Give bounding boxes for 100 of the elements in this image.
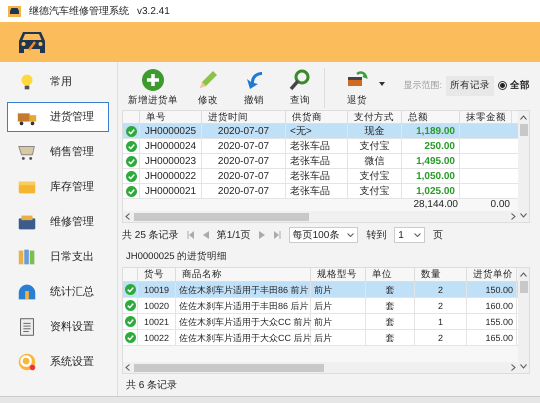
table-cell: 1,025.00 bbox=[402, 184, 460, 198]
column-header[interactable]: 进货时间 bbox=[202, 111, 286, 123]
toolbar-button[interactable]: 查询 bbox=[278, 68, 322, 108]
car-icon bbox=[8, 6, 21, 16]
table-cell: 1,495.00 bbox=[402, 154, 460, 168]
scrollbar-thumb[interactable] bbox=[520, 281, 528, 293]
column-header[interactable]: 货号 bbox=[138, 268, 176, 281]
order-row[interactable]: JH0000023 2020-07-07 老张车品 微信 1,495.00 bbox=[123, 154, 518, 169]
table-cell: 后片 bbox=[311, 298, 366, 313]
detail-row[interactable]: 10022 佐佐木刹车片适用于大众CC 后片 后片 套 2 165.00 bbox=[123, 330, 518, 346]
table-cell: 微信 bbox=[348, 154, 402, 168]
check-icon bbox=[124, 332, 136, 343]
scrollbar-thumb[interactable] bbox=[520, 124, 528, 136]
previous-page-icon[interactable] bbox=[202, 231, 209, 239]
order-row[interactable]: JH0000022 2020-07-07 老张车品 支付宝 1,050.00 bbox=[123, 169, 518, 184]
table-cell: 佐佐木刹车片适用于丰田86 后片 bbox=[176, 298, 311, 313]
range-label: 显示范围: bbox=[403, 79, 442, 92]
scroll-right-icon[interactable] bbox=[511, 213, 516, 220]
page-select[interactable]: 1 bbox=[394, 227, 425, 243]
order-row[interactable]: JH0000025 2020-07-07 <无> 现金 1,189.00 bbox=[123, 124, 518, 139]
sidebar-item[interactable]: 日常支出 bbox=[7, 242, 109, 272]
per-page-select[interactable]: 每页100条 bbox=[288, 227, 358, 243]
sidebar-item[interactable]: 销售管理 bbox=[7, 137, 109, 167]
column-header[interactable]: 抹零金额 bbox=[460, 111, 512, 123]
column-header[interactable]: 支付方式 bbox=[348, 111, 402, 123]
scrollbar-thumb[interactable] bbox=[134, 212, 309, 220]
version-label: v3.2.41 bbox=[137, 4, 170, 18]
table-cell: 套 bbox=[366, 298, 415, 313]
table-cell: 老张车品 bbox=[286, 139, 348, 153]
total-cell-text: 0.00 bbox=[490, 199, 511, 211]
table-cell: 后片 bbox=[311, 330, 366, 345]
table-cell: 2 bbox=[415, 298, 467, 313]
horizontal-scrollbar[interactable] bbox=[123, 362, 518, 373]
sidebar-item[interactable]: 统计汇总 bbox=[7, 277, 109, 307]
dropdown-caret-icon[interactable] bbox=[379, 82, 385, 86]
scroll-left-icon[interactable] bbox=[125, 364, 130, 371]
check-icon bbox=[126, 186, 136, 196]
check-icon bbox=[126, 156, 136, 166]
table-cell: 2020-07-07 bbox=[202, 184, 286, 198]
check-icon bbox=[124, 284, 136, 295]
next-page-icon[interactable] bbox=[258, 231, 265, 239]
table-cell: 10021 bbox=[138, 314, 176, 329]
chevron-down-icon bbox=[347, 233, 354, 237]
horizontal-scrollbar[interactable] bbox=[123, 211, 518, 222]
sidebar-item[interactable]: 系统设置 bbox=[7, 347, 109, 377]
sidebar-item[interactable]: 维修管理 bbox=[7, 207, 109, 237]
window-title: 继德汽车维修管理系统 bbox=[29, 4, 129, 18]
toolbar-button[interactable]: 新增进货单 bbox=[122, 68, 184, 108]
page-unit: 页 bbox=[432, 228, 443, 242]
table-cell: 10019 bbox=[138, 282, 176, 297]
search-icon bbox=[288, 68, 312, 92]
order-row[interactable]: JH0000024 2020-07-07 老张车品 支付宝 250.00 bbox=[123, 139, 518, 154]
toolbar-button[interactable]: 修改 bbox=[186, 68, 230, 108]
scroll-down-icon[interactable] bbox=[520, 364, 527, 369]
table-cell: 套 bbox=[366, 314, 415, 329]
details-title: JH0000025 的进货明细 bbox=[126, 250, 228, 264]
vertical-scrollbar[interactable] bbox=[518, 268, 529, 373]
table-cell: 2 bbox=[415, 282, 467, 297]
last-page-icon[interactable] bbox=[272, 231, 281, 239]
sidebar-item[interactable]: 库存管理 bbox=[7, 172, 109, 202]
table-cell: 支付宝 bbox=[348, 184, 402, 198]
all-radio[interactable]: 全部 bbox=[498, 78, 530, 93]
table-cell: 支付宝 bbox=[348, 169, 402, 183]
scroll-right-icon[interactable] bbox=[511, 364, 516, 371]
total-cell-text: 28,144.00 bbox=[412, 199, 459, 211]
column-header[interactable]: 数量 bbox=[415, 268, 467, 281]
column-header[interactable]: 供货商 bbox=[286, 111, 348, 123]
detail-row[interactable]: 10020 佐佐木刹车片适用于丰田86 后片 后片 套 2 160.00 bbox=[123, 298, 518, 314]
table-cell: 现金 bbox=[348, 124, 402, 138]
sidebar-item[interactable]: 资料设置 bbox=[7, 312, 109, 342]
table-cell: 1 bbox=[415, 314, 467, 329]
column-header[interactable]: 进货单价 bbox=[467, 268, 517, 281]
sidebar-item[interactable]: 常用 bbox=[7, 67, 109, 97]
vertical-scrollbar[interactable] bbox=[518, 111, 529, 222]
table-cell: 165.00 bbox=[467, 330, 517, 345]
scroll-up-icon[interactable] bbox=[520, 115, 527, 120]
table-cell: 2020-07-07 bbox=[202, 154, 286, 168]
table-cell: 套 bbox=[366, 330, 415, 345]
toolbar-button[interactable]: 退货 bbox=[335, 68, 379, 108]
scroll-down-icon[interactable] bbox=[520, 213, 527, 218]
check-icon bbox=[126, 170, 136, 182]
scroll-left-icon[interactable] bbox=[125, 213, 130, 220]
table-cell: <无> bbox=[286, 124, 348, 138]
order-row[interactable]: JH0000021 2020-07-07 老张车品 支付宝 1,025.00 bbox=[123, 184, 518, 199]
table-cell: 2020-07-07 bbox=[202, 124, 286, 138]
column-header[interactable]: 总额 bbox=[402, 111, 460, 123]
table-cell: 前片 bbox=[311, 314, 366, 329]
column-header[interactable]: 规格型号 bbox=[311, 268, 366, 281]
toolbar-button[interactable]: 撤销 bbox=[232, 68, 276, 108]
table-cell: 250.00 bbox=[402, 139, 460, 153]
column-header[interactable]: 单位 bbox=[366, 268, 415, 281]
column-header[interactable]: 单号 bbox=[140, 111, 202, 123]
column-header[interactable]: 商品名称 bbox=[176, 268, 311, 281]
detail-row[interactable]: 10021 佐佐木刹车片适用于大众CC 前片 前片 套 1 155.00 bbox=[123, 314, 518, 330]
sidebar-item[interactable]: 进货管理 bbox=[7, 102, 109, 132]
detail-row[interactable]: 10019 佐佐木刹车片适用于丰田86 前片 前片 套 2 150.00 bbox=[123, 282, 518, 298]
scrollbar-thumb[interactable] bbox=[134, 364, 324, 372]
first-page-icon[interactable] bbox=[186, 231, 195, 239]
scroll-up-icon[interactable] bbox=[520, 272, 527, 277]
range-field[interactable]: 所有记录 bbox=[446, 76, 494, 96]
